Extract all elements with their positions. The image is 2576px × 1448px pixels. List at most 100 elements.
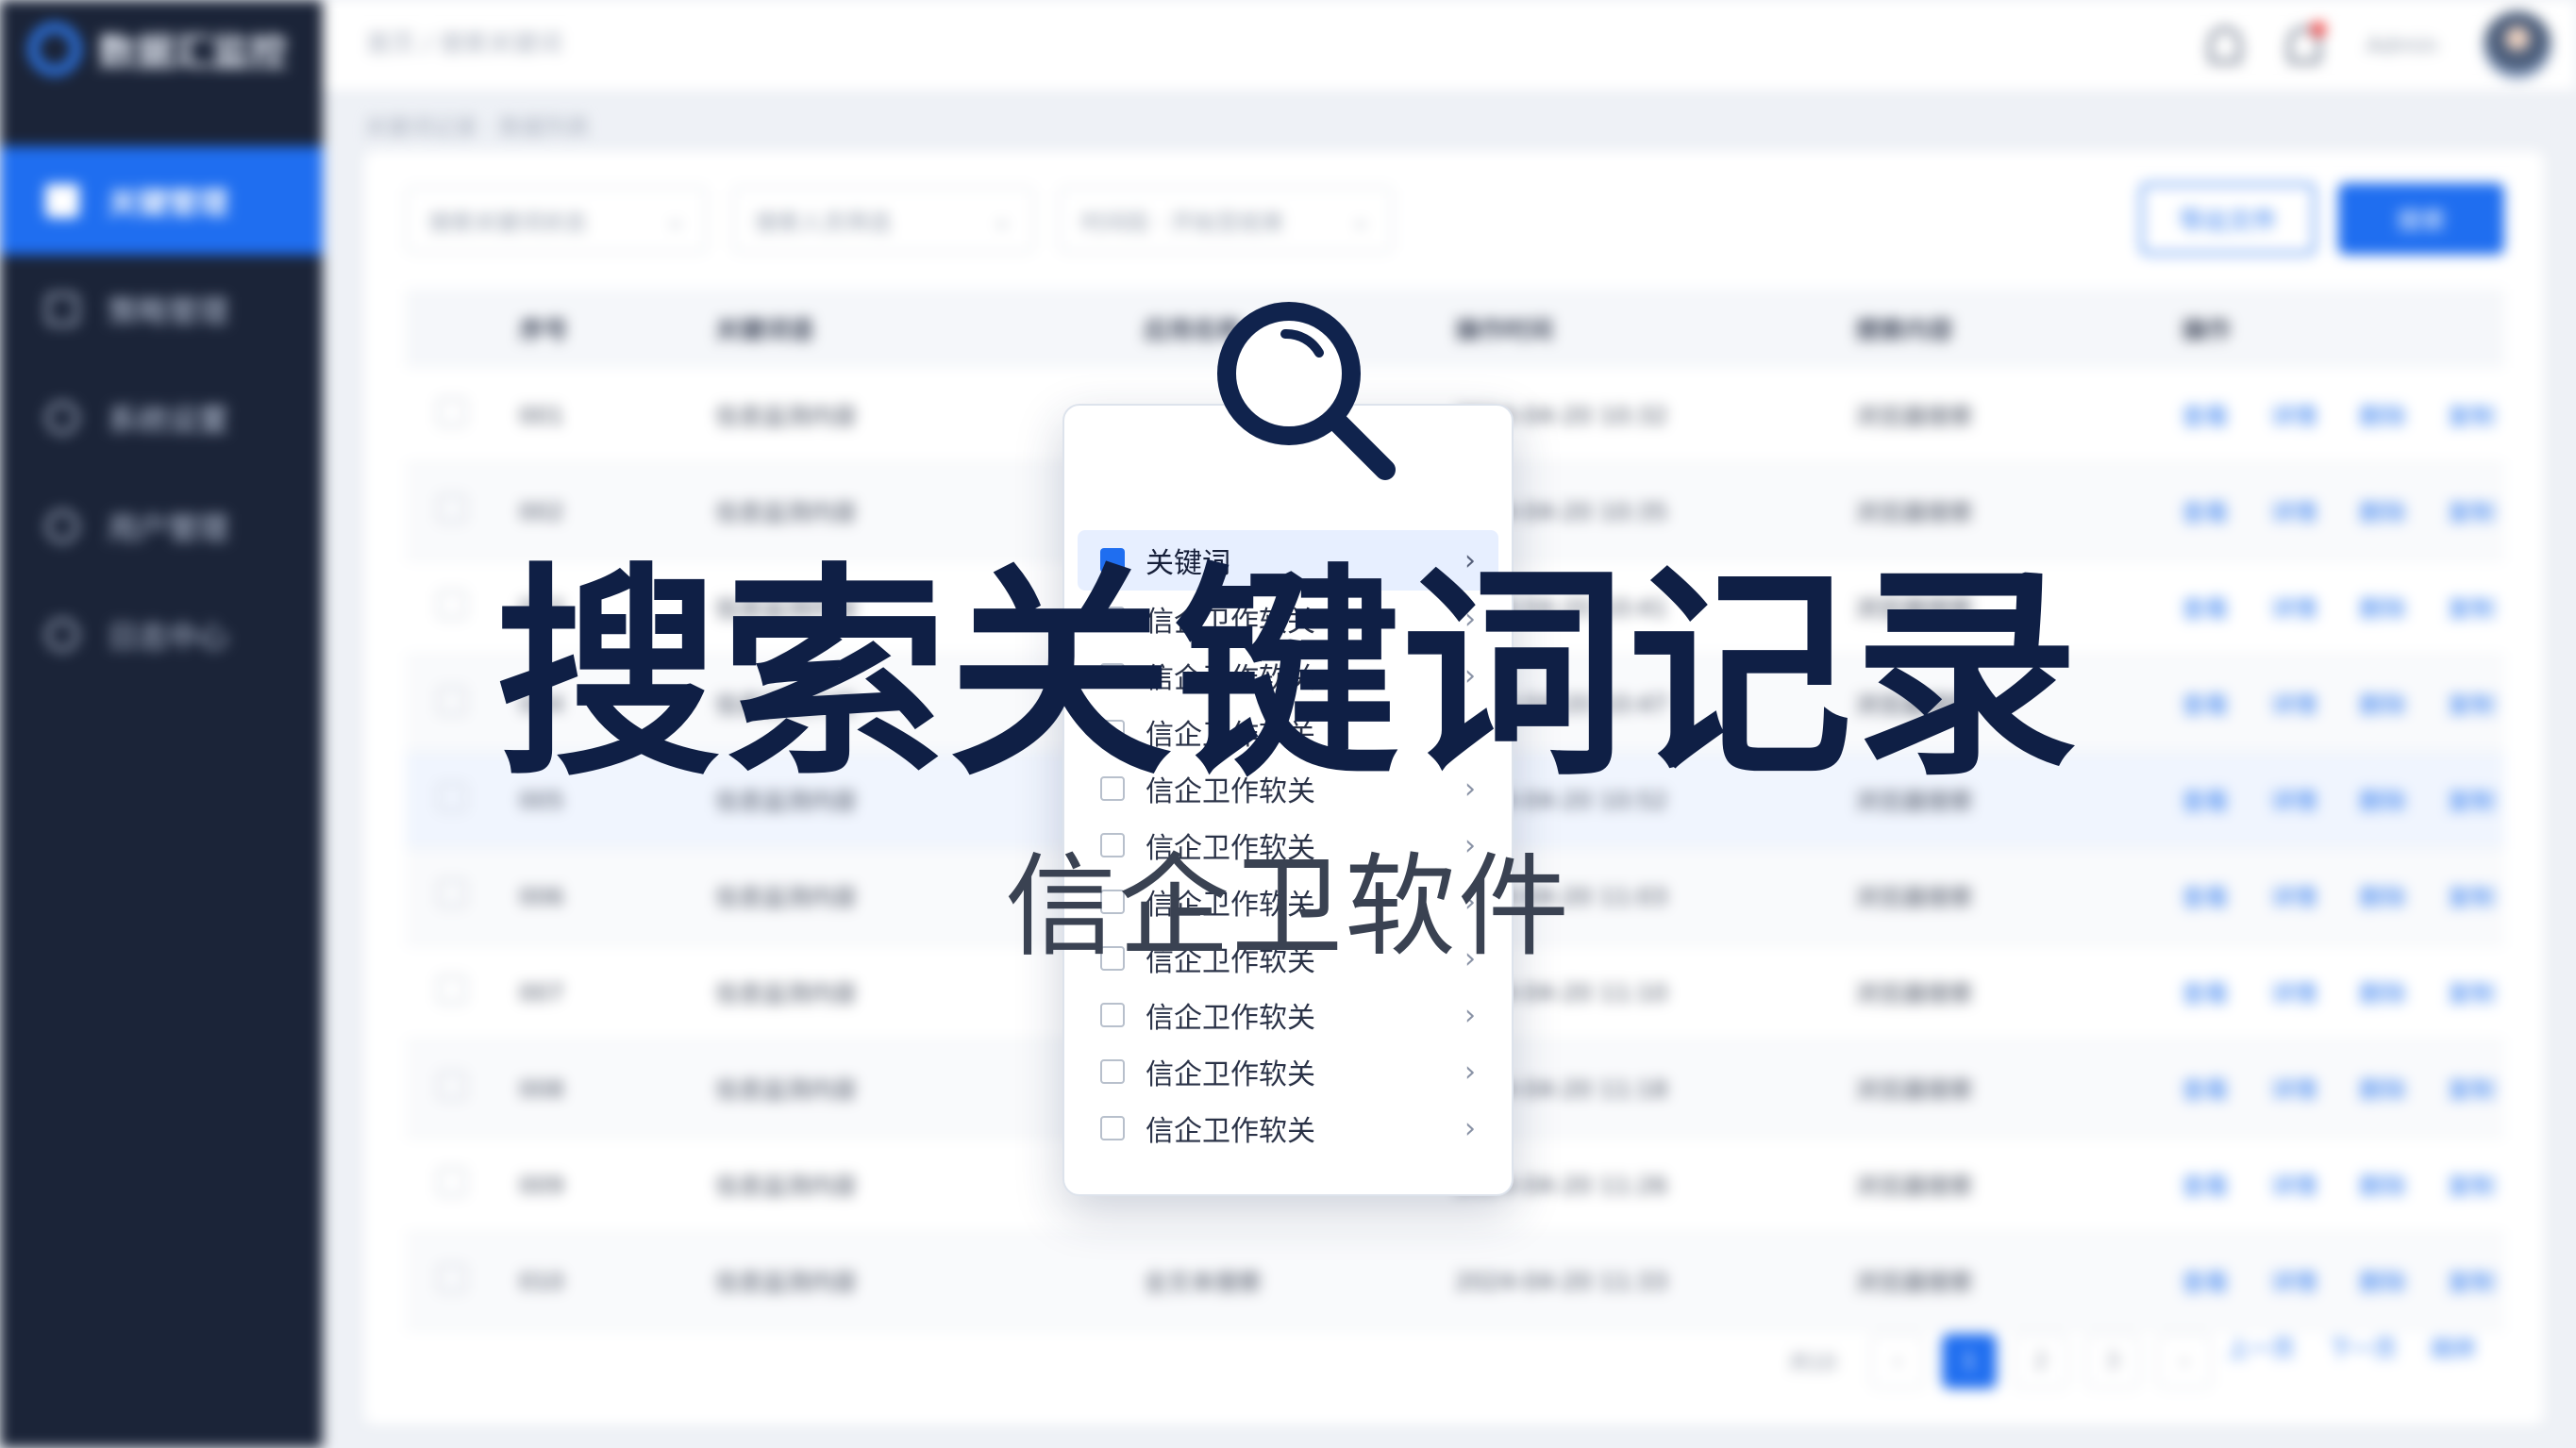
cell-content: 浏览器搜索 — [1855, 980, 1974, 1007]
row-action-link[interactable]: 复制 — [2448, 1264, 2495, 1298]
row-action-link[interactable]: 查看 — [2182, 1168, 2229, 1202]
checkbox-icon[interactable] — [1100, 1003, 1125, 1027]
cell-actions: 查看 详情 删除 复制 — [2182, 975, 2504, 1009]
keyword-option[interactable]: 信企卫作软关 › — [1078, 1100, 1498, 1157]
header-cell: 搜索内容 — [1855, 316, 1954, 345]
row-checkbox[interactable] — [406, 398, 519, 432]
header-cell: 操作时间 — [1455, 316, 1554, 345]
sidebar-item-policy[interactable]: 策略管理 — [0, 255, 323, 363]
export-button[interactable]: 导出文件 — [2140, 183, 2316, 255]
checkbox-icon[interactable] — [438, 1168, 466, 1196]
cell-content: 浏览器搜索 — [1855, 1269, 1974, 1296]
header-cell: 关键词语 — [715, 316, 814, 345]
cell-id: 010 — [519, 1267, 564, 1295]
checkbox-icon[interactable] — [438, 975, 466, 1004]
table-row[interactable]: 010 信息监测内容 全文本搜索 2024-04-20 11:33 浏览器搜索 查看 详情 删… — [406, 1234, 2504, 1330]
checkbox-icon[interactable] — [1100, 1116, 1125, 1140]
keyword-option-label: 信企卫作软关 — [1146, 1058, 1315, 1091]
cell-id: 007 — [519, 978, 564, 1007]
row-action-link[interactable]: 详情 — [2270, 975, 2317, 1009]
row-action-link[interactable]: 删除 — [2359, 494, 2406, 528]
row-action-link[interactable]: 删除 — [2359, 1168, 2406, 1202]
row-action-link[interactable]: 查看 — [2182, 1072, 2229, 1106]
settings-icon — [45, 400, 79, 435]
row-checkbox[interactable] — [406, 975, 519, 1009]
filter-bar: 搜索关键词状态 ⌄ 搜索人员筛选 ⌄ 时间段 · 开始至结束 ⌄ — [406, 187, 1393, 253]
page-button[interactable]: 1 — [1942, 1334, 1997, 1389]
row-action-link[interactable]: 删除 — [2359, 1264, 2406, 1298]
row-action-link[interactable]: 详情 — [2270, 1072, 2317, 1106]
cell-content: 浏览器搜索 — [1855, 1173, 1974, 1200]
cell-keyword: 信息监测内容 — [715, 1269, 858, 1296]
page-button[interactable]: 3 — [2085, 1334, 2140, 1389]
header-cell: 操作 — [2182, 316, 2232, 345]
row-action-link[interactable]: 复制 — [2448, 1072, 2495, 1106]
page-prev-button[interactable]: ‹ — [1870, 1334, 1925, 1389]
checkbox-icon[interactable] — [1100, 1059, 1125, 1084]
checkbox-icon[interactable] — [438, 494, 466, 523]
row-action-link[interactable]: 删除 — [2359, 398, 2406, 432]
row-action-link[interactable]: 详情 — [2270, 398, 2317, 432]
checkbox-icon[interactable] — [438, 398, 466, 426]
pagination-links: 上一页 下一页 跳转 — [2227, 1330, 2476, 1363]
row-action-link[interactable]: 删除 — [2359, 1072, 2406, 1106]
hero-subtitle: 信企卫软件 — [1004, 841, 1571, 972]
row-checkbox[interactable] — [406, 1264, 519, 1298]
username[interactable]: Admin — [2367, 32, 2439, 58]
cell-time: 2024-04-20 10:35 — [1455, 497, 1668, 525]
list-icon — [45, 291, 79, 326]
keyword-option[interactable]: 信企卫作软关 › — [1078, 1043, 1498, 1100]
row-checkbox[interactable] — [406, 1168, 519, 1202]
search-button[interactable]: 搜索 — [2338, 183, 2504, 255]
cell-content: 浏览器搜索 — [1855, 403, 1974, 430]
row-action-link[interactable]: 详情 — [2270, 1264, 2317, 1298]
avatar[interactable] — [2484, 11, 2551, 79]
row-action-link[interactable]: 详情 — [2270, 494, 2317, 528]
row-action-link[interactable]: 删除 — [2359, 975, 2406, 1009]
row-action-link[interactable]: 查看 — [2182, 1264, 2229, 1298]
breadcrumb: 首页 / 搜索关键词 — [366, 30, 562, 58]
person-filter-select[interactable]: 搜索人员筛选 ⌄ — [732, 187, 1034, 253]
row-action-link[interactable]: 查看 — [2182, 398, 2229, 432]
cell-time: 2024-04-20 11:33 — [1455, 1267, 1668, 1295]
row-checkbox[interactable] — [406, 1072, 519, 1106]
cell-actions: 查看 详情 删除 复制 — [2182, 398, 2504, 432]
home-icon — [45, 183, 79, 218]
cell-time: 2024-04-20 11:26 — [1455, 1171, 1668, 1199]
notification-icon[interactable] — [2286, 22, 2326, 64]
checkbox-icon[interactable] — [438, 1264, 466, 1292]
row-checkbox[interactable] — [406, 494, 519, 528]
top-bar: 首页 / 搜索关键词 Admin — [323, 0, 2576, 90]
jump-page-link[interactable]: 跳转 — [2431, 1330, 2476, 1363]
sidebar-item-settings[interactable]: 系统设置 — [0, 363, 323, 472]
row-action-link[interactable]: 详情 — [2270, 1168, 2317, 1202]
prev-page-link[interactable]: 上一页 — [2227, 1330, 2295, 1363]
hero-title: 搜索关键词记录 — [495, 545, 2081, 807]
page-button[interactable]: 2 — [2014, 1334, 2068, 1389]
keyword-option[interactable]: 信企卫作软关 › — [1078, 987, 1498, 1043]
date-range-select[interactable]: 时间段 · 开始至结束 ⌄ — [1059, 187, 1393, 253]
user-icon — [45, 508, 79, 543]
pagination: 共10 ‹ 1 2 3 › — [1789, 1334, 2212, 1389]
bell-icon[interactable] — [2207, 26, 2242, 64]
chevron-right-icon: › — [1464, 1111, 1476, 1145]
row-action-link[interactable]: 复制 — [2448, 398, 2495, 432]
row-action-link[interactable]: 复制 — [2448, 1168, 2495, 1202]
cell-app: 全文本搜索 — [1144, 1269, 1263, 1296]
chevron-right-icon: › — [1464, 998, 1476, 1032]
page-next-button[interactable]: › — [2157, 1334, 2212, 1389]
row-action-link[interactable]: 复制 — [2448, 494, 2495, 528]
checkbox-icon[interactable] — [438, 1072, 466, 1100]
cell-actions: 查看 详情 删除 复制 — [2182, 1072, 2504, 1106]
cell-actions: 查看 详情 删除 复制 — [2182, 1264, 2504, 1298]
row-action-link[interactable]: 复制 — [2448, 975, 2495, 1009]
sidebar-item-keywords[interactable]: 关键管理 — [0, 146, 323, 255]
row-action-link[interactable]: 查看 — [2182, 975, 2229, 1009]
header-cell: 序号 — [519, 316, 569, 345]
row-action-link[interactable]: 查看 — [2182, 494, 2229, 528]
next-page-link[interactable]: 下一页 — [2329, 1330, 2397, 1363]
status-filter-select[interactable]: 搜索关键词状态 ⌄ — [406, 187, 708, 253]
top-bar-actions: Admin — [2207, 8, 2551, 83]
cell-id: 009 — [519, 1171, 564, 1199]
cell-content: 浏览器搜索 — [1855, 1076, 1974, 1104]
